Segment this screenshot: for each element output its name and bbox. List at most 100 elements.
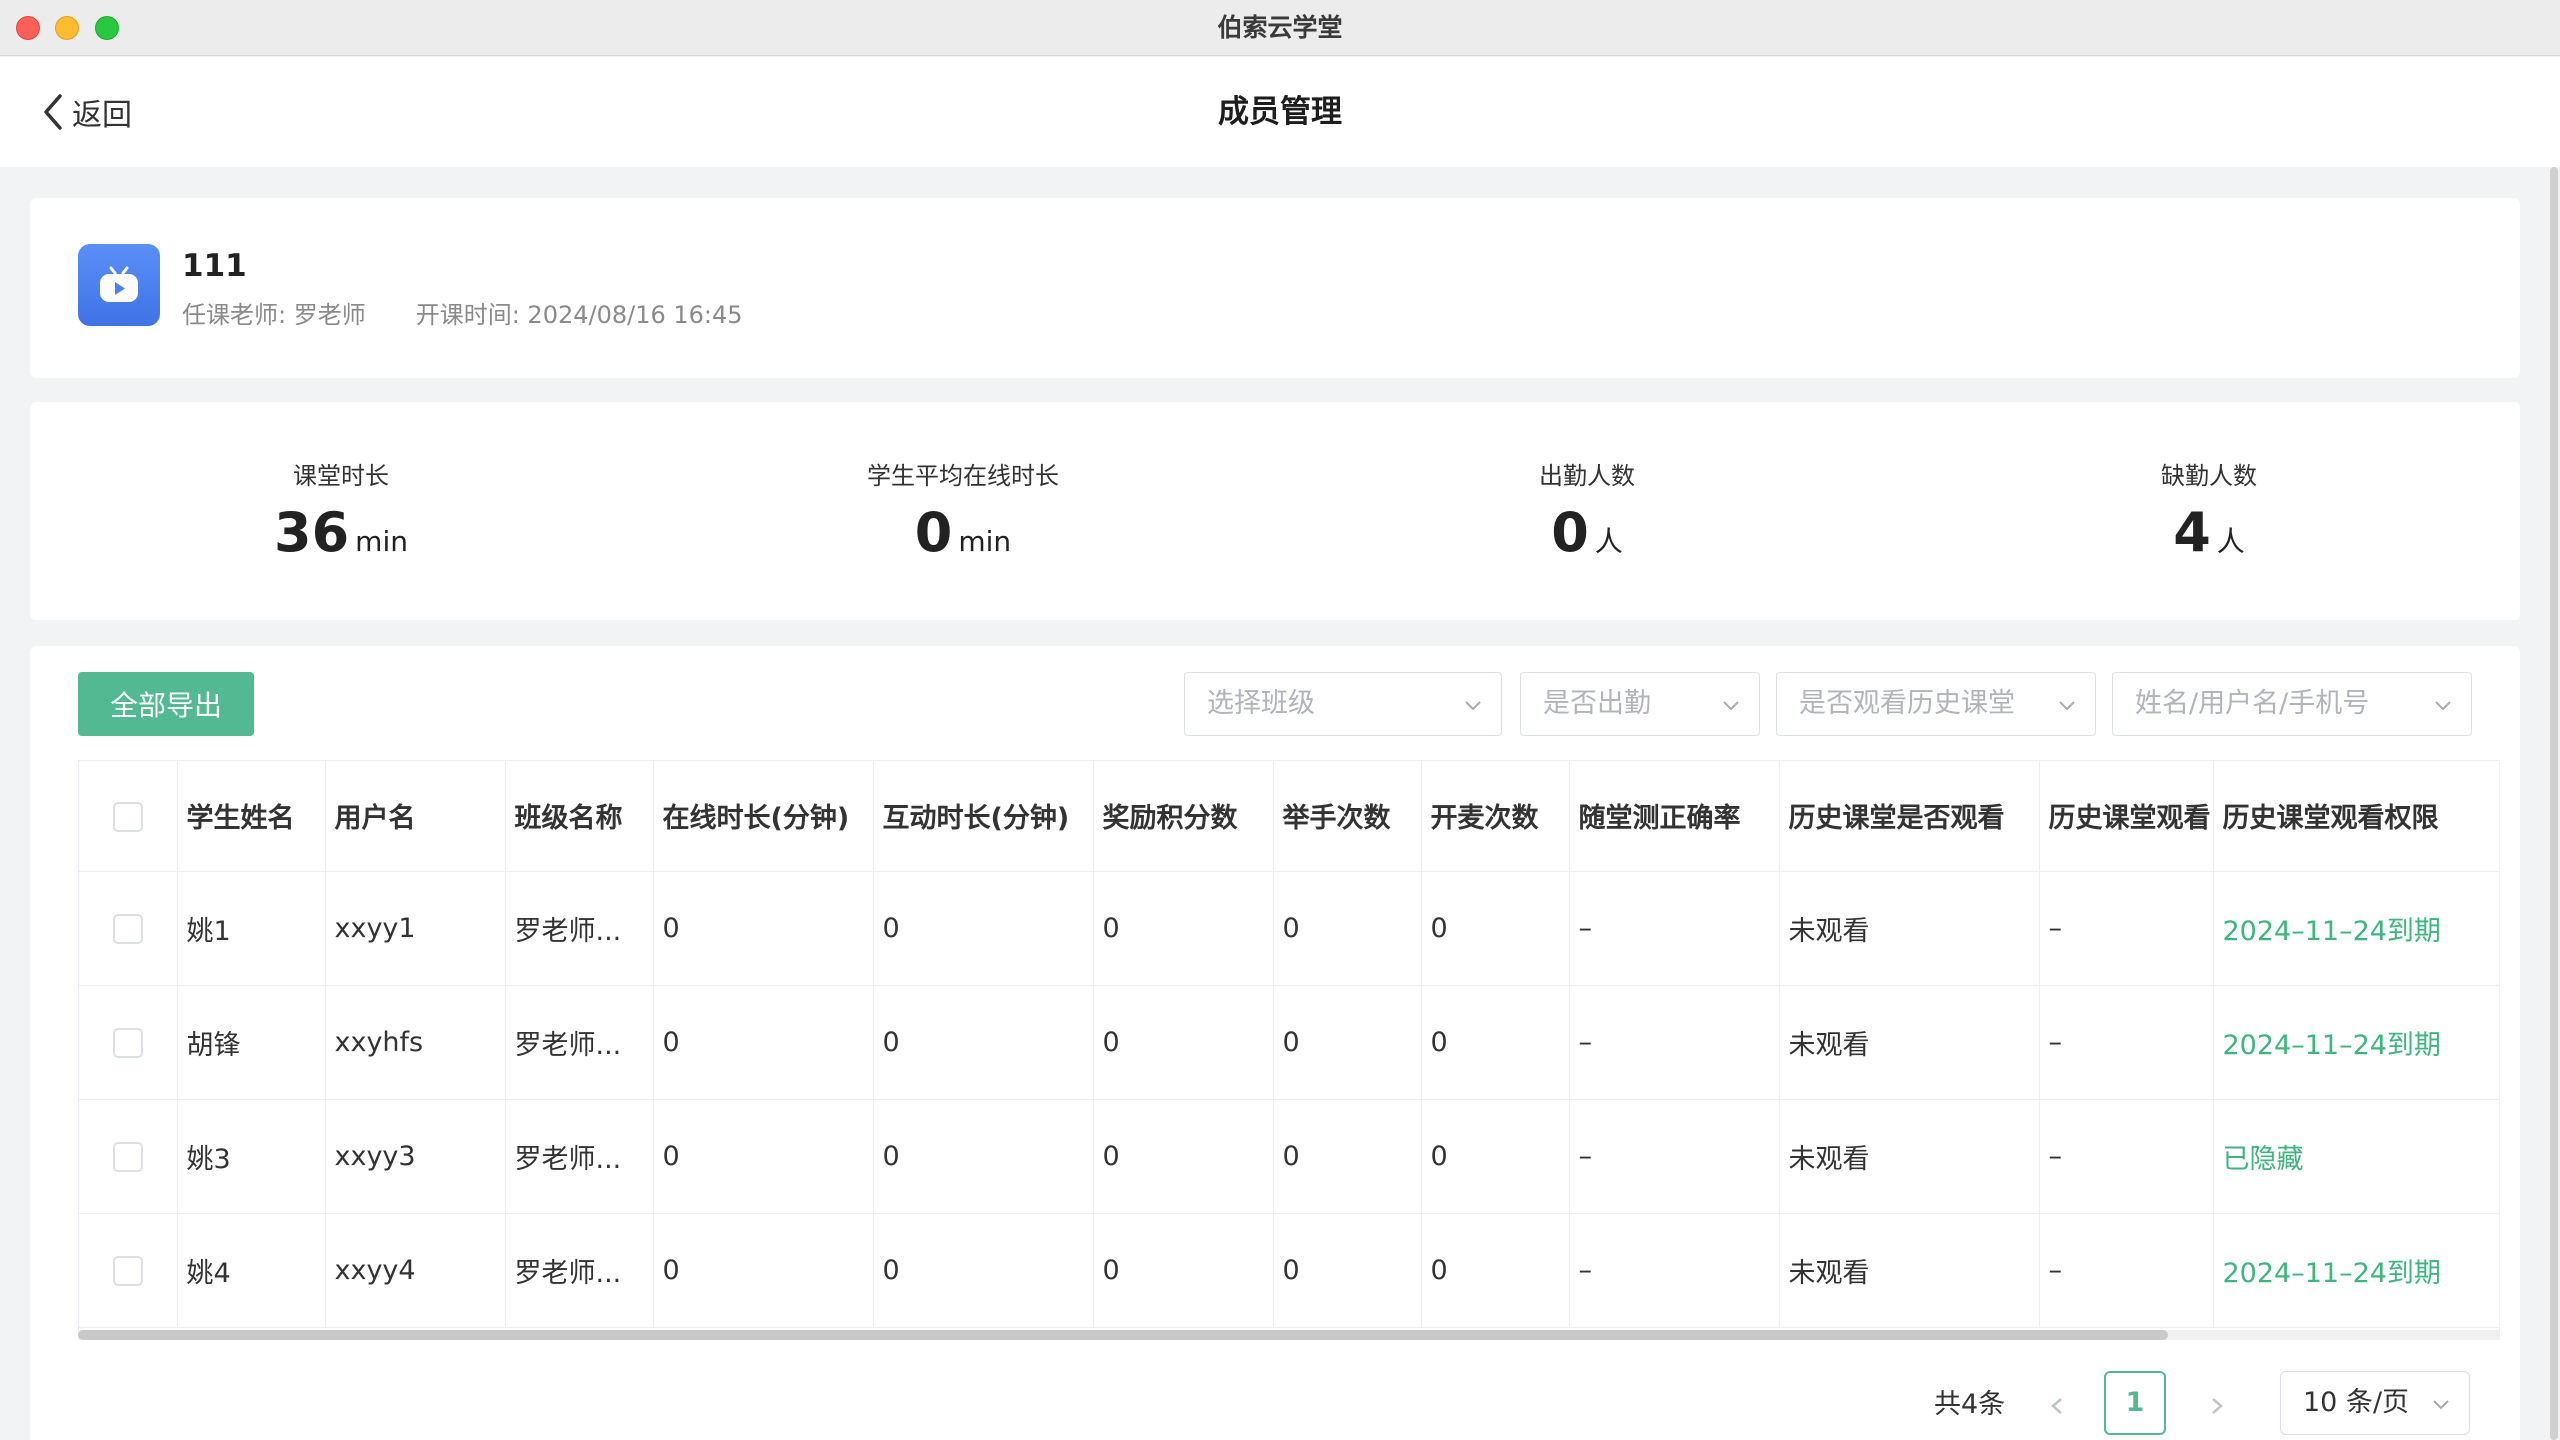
column-header: 历史课堂观看权限 — [2213, 761, 2499, 872]
history-watched-select[interactable]: 是否观看历史课堂 — [1776, 672, 2096, 736]
reward-points: 0 — [1093, 1099, 1274, 1214]
column-header: 班级名称 — [505, 761, 654, 872]
class-select[interactable]: 选择班级 — [1184, 672, 1502, 736]
stat-label: 出勤人数 — [1539, 462, 1635, 490]
chevron-down-icon — [2059, 701, 2075, 711]
history-watch: – — [2039, 871, 2214, 986]
stat-attendance: 出勤人数 0人 — [1387, 456, 1787, 564]
history-permission-link[interactable]: 2024–11–24到期 — [2213, 871, 2499, 986]
quiz-accuracy: – — [1569, 871, 1780, 986]
page-size-select[interactable]: 10 条/页 — [2280, 1371, 2470, 1435]
history-permission-link[interactable]: 2024–11–24到期 — [2213, 1213, 2499, 1328]
select-all-checkbox[interactable] — [112, 801, 143, 832]
stat-absence: 缺勤人数 4人 — [2009, 456, 2409, 564]
row-checkbox[interactable] — [112, 1027, 143, 1058]
class-name-cell: 罗老师... — [505, 1099, 654, 1214]
chevron-right-icon[interactable] — [2202, 1386, 2232, 1426]
column-header: 开麦次数 — [1421, 761, 1570, 872]
class-info-card: 111 任课老师: 罗老师 开课时间: 2024/08/16 16:45 — [30, 198, 2520, 378]
mic-count: 0 — [1421, 871, 1570, 986]
online-duration: 0 — [653, 871, 874, 986]
column-header: 用户名 — [325, 761, 506, 872]
page-vertical-scrollbar[interactable] — [2548, 167, 2560, 1440]
app-window: 伯索云学堂 返回 成员管理 111 任课老师: 罗老师 开课时间: 2024/0… — [0, 0, 2560, 1440]
quiz-accuracy: – — [1569, 1099, 1780, 1214]
stat-value: 36 min — [274, 501, 408, 564]
table-header-row: 学生姓名 用户名 班级名称 在线时长(分钟) 互动时长(分钟) 奖励积分数 举手… — [79, 761, 2499, 872]
stat-value: 0 min — [914, 501, 1012, 564]
stat-label: 学生平均在线时长 — [867, 462, 1059, 490]
stat-value: 4人 — [2173, 501, 2245, 564]
title-bar: 伯索云学堂 — [0, 0, 2560, 56]
history-watched: 未观看 — [1779, 985, 2040, 1100]
student-name: 胡锋 — [177, 985, 326, 1100]
column-header: 互动时长(分钟) — [873, 761, 1094, 872]
interaction-duration: 0 — [873, 1099, 1094, 1214]
table-horizontal-scrollbar[interactable] — [78, 1330, 2500, 1340]
stat-label: 缺勤人数 — [2161, 462, 2257, 490]
username: xxyhfs — [325, 985, 506, 1100]
member-table-card: 全部导出 选择班级 是否出勤 是否观看历史课堂 姓名/用户名/手机号 学生姓名 … — [30, 646, 2520, 1440]
history-watch: – — [2039, 1099, 2214, 1214]
username: xxyy3 — [325, 1099, 506, 1214]
mic-count: 0 — [1421, 1099, 1570, 1214]
class-name-cell: 罗老师... — [505, 871, 654, 986]
history-watch: – — [2039, 985, 2214, 1100]
interaction-duration: 0 — [873, 871, 1094, 986]
online-duration: 0 — [653, 1099, 874, 1214]
class-name-cell: 罗老师... — [505, 985, 654, 1100]
reward-points: 0 — [1093, 1213, 1274, 1328]
student-name: 姚3 — [177, 1099, 326, 1214]
stat-avg-online: 学生平均在线时长 0 min — [763, 456, 1163, 564]
online-duration: 0 — [653, 1213, 874, 1328]
table-row: 姚1 xxyy1 罗老师... 0 0 0 0 0 – 未观看 – 2024–1… — [79, 871, 2499, 986]
attendance-select[interactable]: 是否出勤 — [1520, 672, 1760, 736]
table-row: 姚3 xxyy3 罗老师... 0 0 0 0 0 – 未观看 – 已隐藏 — [79, 1099, 2499, 1214]
live-class-icon — [78, 244, 160, 326]
page-title: 成员管理 — [1218, 94, 1342, 130]
stat-label: 课堂时长 — [293, 462, 389, 490]
stat-value: 0人 — [1551, 501, 1623, 564]
scrollbar-thumb[interactable] — [2550, 167, 2558, 1440]
chevron-left-icon[interactable] — [2042, 1386, 2072, 1426]
class-meta: 任课老师: 罗老师 开课时间: 2024/08/16 16:45 — [182, 295, 743, 330]
page-header: 返回 成员管理 — [0, 57, 2560, 167]
quiz-accuracy: – — [1569, 1213, 1780, 1328]
stat-class-duration: 课堂时长 36 min — [141, 456, 541, 564]
quiz-accuracy: – — [1569, 985, 1780, 1100]
table-row: 姚4 xxyy4 罗老师... 0 0 0 0 0 – 未观看 – 2024–1… — [79, 1213, 2499, 1328]
name-search-select[interactable]: 姓名/用户名/手机号 — [2112, 672, 2472, 736]
table-row: 胡锋 xxyhfs 罗老师... 0 0 0 0 0 – 未观看 – 2024–… — [79, 985, 2499, 1100]
column-header: 随堂测正确率 — [1569, 761, 1780, 872]
total-count: 共4条 — [1934, 1389, 2006, 1420]
hand-raise-count: 0 — [1273, 1213, 1422, 1328]
class-name: 111 — [182, 248, 247, 284]
username: xxyy4 — [325, 1213, 506, 1328]
column-header: 学生姓名 — [177, 761, 326, 872]
start-time-label: 开课时间: 2024/08/16 16:45 — [415, 301, 743, 329]
row-checkbox[interactable] — [112, 1255, 143, 1286]
export-all-button[interactable]: 全部导出 — [78, 672, 254, 736]
page-number-current[interactable]: 1 — [2104, 1371, 2166, 1435]
column-header: 在线时长(分钟) — [653, 761, 874, 872]
hand-raise-count: 0 — [1273, 985, 1422, 1100]
chevron-down-icon — [2435, 701, 2451, 711]
history-permission-link[interactable]: 2024–11–24到期 — [2213, 985, 2499, 1100]
row-checkbox[interactable] — [112, 913, 143, 944]
scrollbar-thumb[interactable] — [78, 1330, 2168, 1340]
chevron-down-icon — [1465, 701, 1481, 711]
interaction-duration: 0 — [873, 1213, 1094, 1328]
history-watch: – — [2039, 1213, 2214, 1328]
stats-card: 课堂时长 36 min 学生平均在线时长 0 min 出勤人数 0人 缺勤人数 4人 — [30, 402, 2520, 620]
column-header: 奖励积分数 — [1093, 761, 1274, 872]
column-header: 历史课堂是否观看 — [1779, 761, 2040, 872]
history-permission-link[interactable]: 已隐藏 — [2213, 1099, 2499, 1214]
row-checkbox[interactable] — [112, 1141, 143, 1172]
member-table: 学生姓名 用户名 班级名称 在线时长(分钟) 互动时长(分钟) 奖励积分数 举手… — [78, 760, 2500, 1334]
reward-points: 0 — [1093, 985, 1274, 1100]
class-name-cell: 罗老师... — [505, 1213, 654, 1328]
online-duration: 0 — [653, 985, 874, 1100]
student-name: 姚4 — [177, 1213, 326, 1328]
hand-raise-count: 0 — [1273, 871, 1422, 986]
history-watched: 未观看 — [1779, 1213, 2040, 1328]
